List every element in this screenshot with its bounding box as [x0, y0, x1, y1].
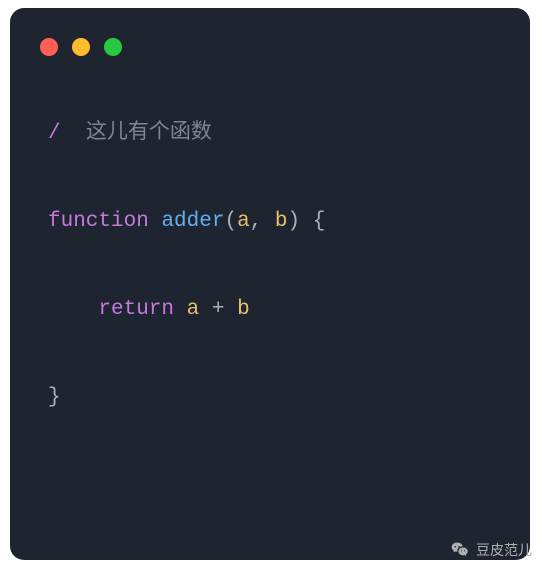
- code-block: / 这儿有个函数 function adder(a, b) { return a…: [48, 112, 492, 560]
- comment-space: [61, 122, 86, 145]
- wechat-icon: [450, 540, 470, 560]
- plus-op: +: [199, 298, 237, 321]
- traffic-lights: [40, 38, 122, 56]
- close-icon[interactable]: [40, 38, 58, 56]
- paren-close: ): [288, 210, 301, 233]
- space: [149, 210, 162, 233]
- comment-text-1: 这儿有个函数: [86, 122, 212, 145]
- zoom-icon[interactable]: [104, 38, 122, 56]
- keyword-return: return: [98, 298, 174, 321]
- function-name-adder: adder: [161, 210, 224, 233]
- keyword-function: function: [48, 210, 149, 233]
- param-b: b: [275, 210, 288, 233]
- var-a: a: [187, 298, 200, 321]
- indent: [48, 298, 98, 321]
- watermark-text: 豆皮范儿: [476, 540, 532, 560]
- space: [174, 298, 187, 321]
- brace-open: {: [300, 210, 325, 233]
- var-b: b: [237, 298, 250, 321]
- comma: ,: [250, 210, 275, 233]
- paren-open: (: [224, 210, 237, 233]
- param-a: a: [237, 210, 250, 233]
- brace-close: }: [48, 386, 61, 409]
- minimize-icon[interactable]: [72, 38, 90, 56]
- comment-slash: /: [48, 122, 61, 145]
- code-window: / 这儿有个函数 function adder(a, b) { return a…: [10, 8, 530, 560]
- watermark: 豆皮范儿: [450, 540, 532, 560]
